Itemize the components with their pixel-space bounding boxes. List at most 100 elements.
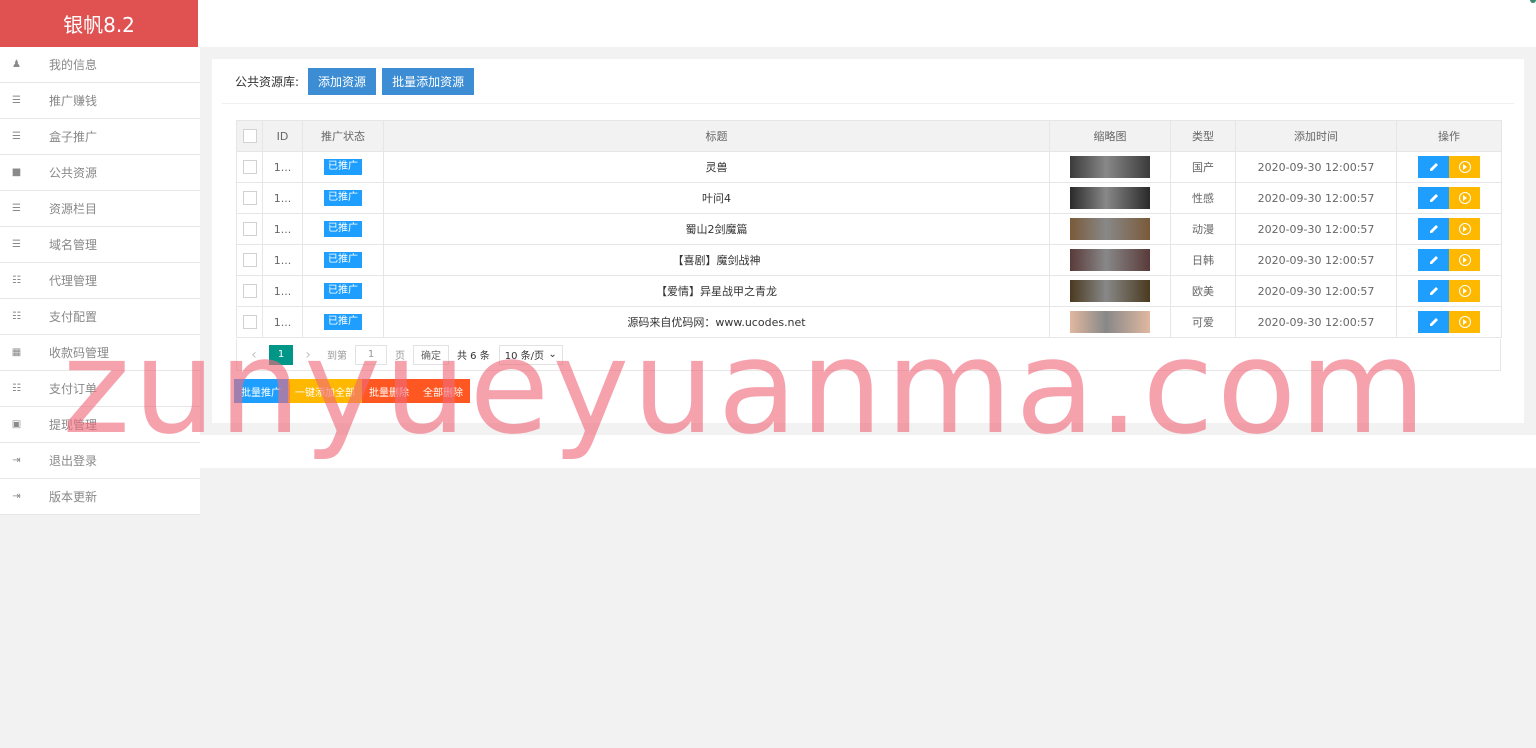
row-checkbox[interactable]	[242, 222, 257, 236]
sidebar-item-label: 盒子推广	[49, 130, 98, 144]
column-header-thumb[interactable]: 缩略图	[1049, 120, 1171, 152]
sidebar-item-withdraw[interactable]: ▣ 提现管理	[0, 407, 200, 443]
pencil-icon	[1429, 318, 1438, 326]
edit-button[interactable]	[1418, 187, 1449, 209]
goto-page-input[interactable]: 1	[355, 344, 387, 365]
sidebar-item-box-promote[interactable]: ☰ 盒子推广	[0, 119, 200, 155]
row-title: 蜀山2剑魔篇	[383, 213, 1050, 245]
row-thumb-cell	[1049, 182, 1171, 214]
edit-button[interactable]	[1418, 218, 1449, 240]
panel-toolbar: 公共资源库: 添加资源 批量添加资源	[222, 59, 1514, 104]
sidebar-menu: ♟ 我的信息 ☰ 推广赚钱 ☰ 盒子推广 ■ 公共资源 ☰ 资源栏目 ☰ 域名管理 ☷ 代理管…	[0, 47, 200, 515]
row-time: 2020-09-30 12:00:57	[1235, 151, 1397, 183]
play-icon	[1458, 316, 1471, 328]
play-button[interactable]	[1449, 311, 1480, 333]
sidebar-item-label: 我的信息	[49, 58, 98, 72]
row-thumb-cell	[1049, 213, 1171, 245]
sidebar-item-label: 域名管理	[49, 238, 98, 252]
sidebar-item-promote-earn[interactable]: ☰ 推广赚钱	[0, 83, 200, 119]
play-button[interactable]	[1449, 156, 1480, 178]
sign-in-icon: ⇥	[12, 455, 21, 466]
row-id: 1...	[262, 151, 303, 183]
row-status-cell: 已推广	[302, 182, 384, 214]
chevron-down-icon: ⌄	[548, 349, 557, 360]
sidebar-item-domains[interactable]: ☰ 域名管理	[0, 227, 200, 263]
delete-all-button[interactable]: 全部删除	[416, 379, 470, 403]
edit-button[interactable]	[1418, 156, 1449, 178]
video-icon: ■	[11, 167, 22, 178]
sidebar-item-resource-columns[interactable]: ☰ 资源栏目	[0, 191, 200, 227]
page-size-select[interactable]: 10 条/页 ⌄	[498, 344, 563, 365]
bulk-promote-button[interactable]: 批量推广	[234, 379, 288, 403]
status-badge[interactable]: 已推广	[324, 190, 362, 206]
thumbnail-image	[1070, 311, 1150, 333]
row-time: 2020-09-30 12:00:57	[1235, 306, 1397, 338]
edit-button[interactable]	[1418, 280, 1449, 302]
edit-button[interactable]	[1418, 249, 1449, 271]
row-select-cell	[236, 275, 263, 307]
sidebar-item-update[interactable]: ⇥ 版本更新	[0, 479, 200, 515]
thumbnail-image	[1070, 187, 1150, 209]
prev-page-icon[interactable]: ‹	[245, 347, 263, 363]
column-header-time[interactable]: 添加时间	[1235, 120, 1397, 152]
status-badge[interactable]: 已推广	[324, 283, 362, 299]
row-checkbox[interactable]	[242, 253, 257, 267]
next-page-icon[interactable]: ›	[299, 347, 317, 363]
play-button[interactable]	[1449, 280, 1480, 302]
sidebar-item-agents[interactable]: ☷ 代理管理	[0, 263, 200, 299]
status-badge[interactable]: 已推广	[324, 159, 362, 175]
row-actions-cell	[1396, 213, 1502, 245]
play-button[interactable]	[1449, 187, 1480, 209]
sidebar-item-payment-config[interactable]: ☷ 支付配置	[0, 299, 200, 335]
pencil-icon	[1429, 256, 1438, 264]
column-header-type[interactable]: 类型	[1170, 120, 1236, 152]
select-all-checkbox[interactable]	[242, 129, 257, 143]
row-checkbox[interactable]	[242, 191, 257, 205]
table-row: 1... 已推广 源码来自优码网：www.ucodes.net 可爱 2020-09-3…	[236, 306, 1502, 338]
row-thumb-cell	[1049, 151, 1171, 183]
row-title: 灵兽	[383, 151, 1050, 183]
row-checkbox[interactable]	[242, 160, 257, 174]
column-header-title[interactable]: 标题	[383, 120, 1050, 152]
row-time: 2020-09-30 12:00:57	[1235, 213, 1397, 245]
main-panel: 公共资源库: 添加资源 批量添加资源 ID 推广状态 标题 缩略图 类型 添加时…	[212, 59, 1524, 423]
play-button[interactable]	[1449, 249, 1480, 271]
status-badge[interactable]: 已推广	[324, 252, 362, 268]
row-checkbox[interactable]	[242, 284, 257, 298]
status-badge[interactable]: 已推广	[324, 221, 362, 237]
column-header-id[interactable]: ID	[262, 120, 303, 152]
pagination: ‹ 1 › 到第 1 页 确定 共 6 条 10 条/页 ⌄	[236, 339, 1501, 371]
sidebar-item-orders[interactable]: ☷ 支付订单	[0, 371, 200, 407]
goto-confirm-button[interactable]: 确定	[413, 344, 449, 365]
bulk-actions: 批量推广 一键添加全部 批量删除 全部删除	[234, 379, 470, 403]
row-checkbox[interactable]	[242, 315, 257, 329]
list-icon: ☰	[12, 203, 21, 214]
sidebar-item-logout[interactable]: ⇥ 退出登录	[0, 443, 200, 479]
sidebar-item-label: 支付订单	[49, 382, 98, 396]
row-title: 源码来自优码网：www.ucodes.net	[383, 306, 1050, 338]
edit-button[interactable]	[1418, 311, 1449, 333]
select-all-cell	[236, 120, 263, 152]
sidebar-item-public-resources[interactable]: ■ 公共资源	[0, 155, 200, 191]
page-label: 页	[395, 351, 405, 362]
row-thumb-cell	[1049, 306, 1171, 338]
sidebar-item-qrcode[interactable]: ▦ 收款码管理	[0, 335, 200, 371]
pencil-icon	[1429, 194, 1438, 202]
current-page[interactable]: 1	[269, 344, 293, 365]
row-id: 1...	[262, 213, 303, 245]
row-actions-cell	[1396, 244, 1502, 276]
row-status-cell: 已推广	[302, 275, 384, 307]
row-select-cell	[236, 213, 263, 245]
column-header-status[interactable]: 推广状态	[302, 120, 384, 152]
add-resource-button[interactable]: 添加资源	[308, 67, 377, 95]
play-icon	[1458, 254, 1471, 266]
bulk-add-resource-button[interactable]: 批量添加资源	[382, 67, 475, 95]
table-row: 1... 已推广 蜀山2剑魔篇 动漫 2020-09-30 12:00:57	[236, 213, 1502, 245]
bulk-delete-button[interactable]: 批量删除	[362, 379, 416, 403]
sidebar-item-my-info[interactable]: ♟ 我的信息	[0, 47, 200, 83]
list-icon: ☰	[12, 131, 21, 142]
add-all-button[interactable]: 一键添加全部	[288, 379, 362, 403]
row-status-cell: 已推广	[302, 306, 384, 338]
play-button[interactable]	[1449, 218, 1480, 240]
status-badge[interactable]: 已推广	[324, 314, 362, 330]
